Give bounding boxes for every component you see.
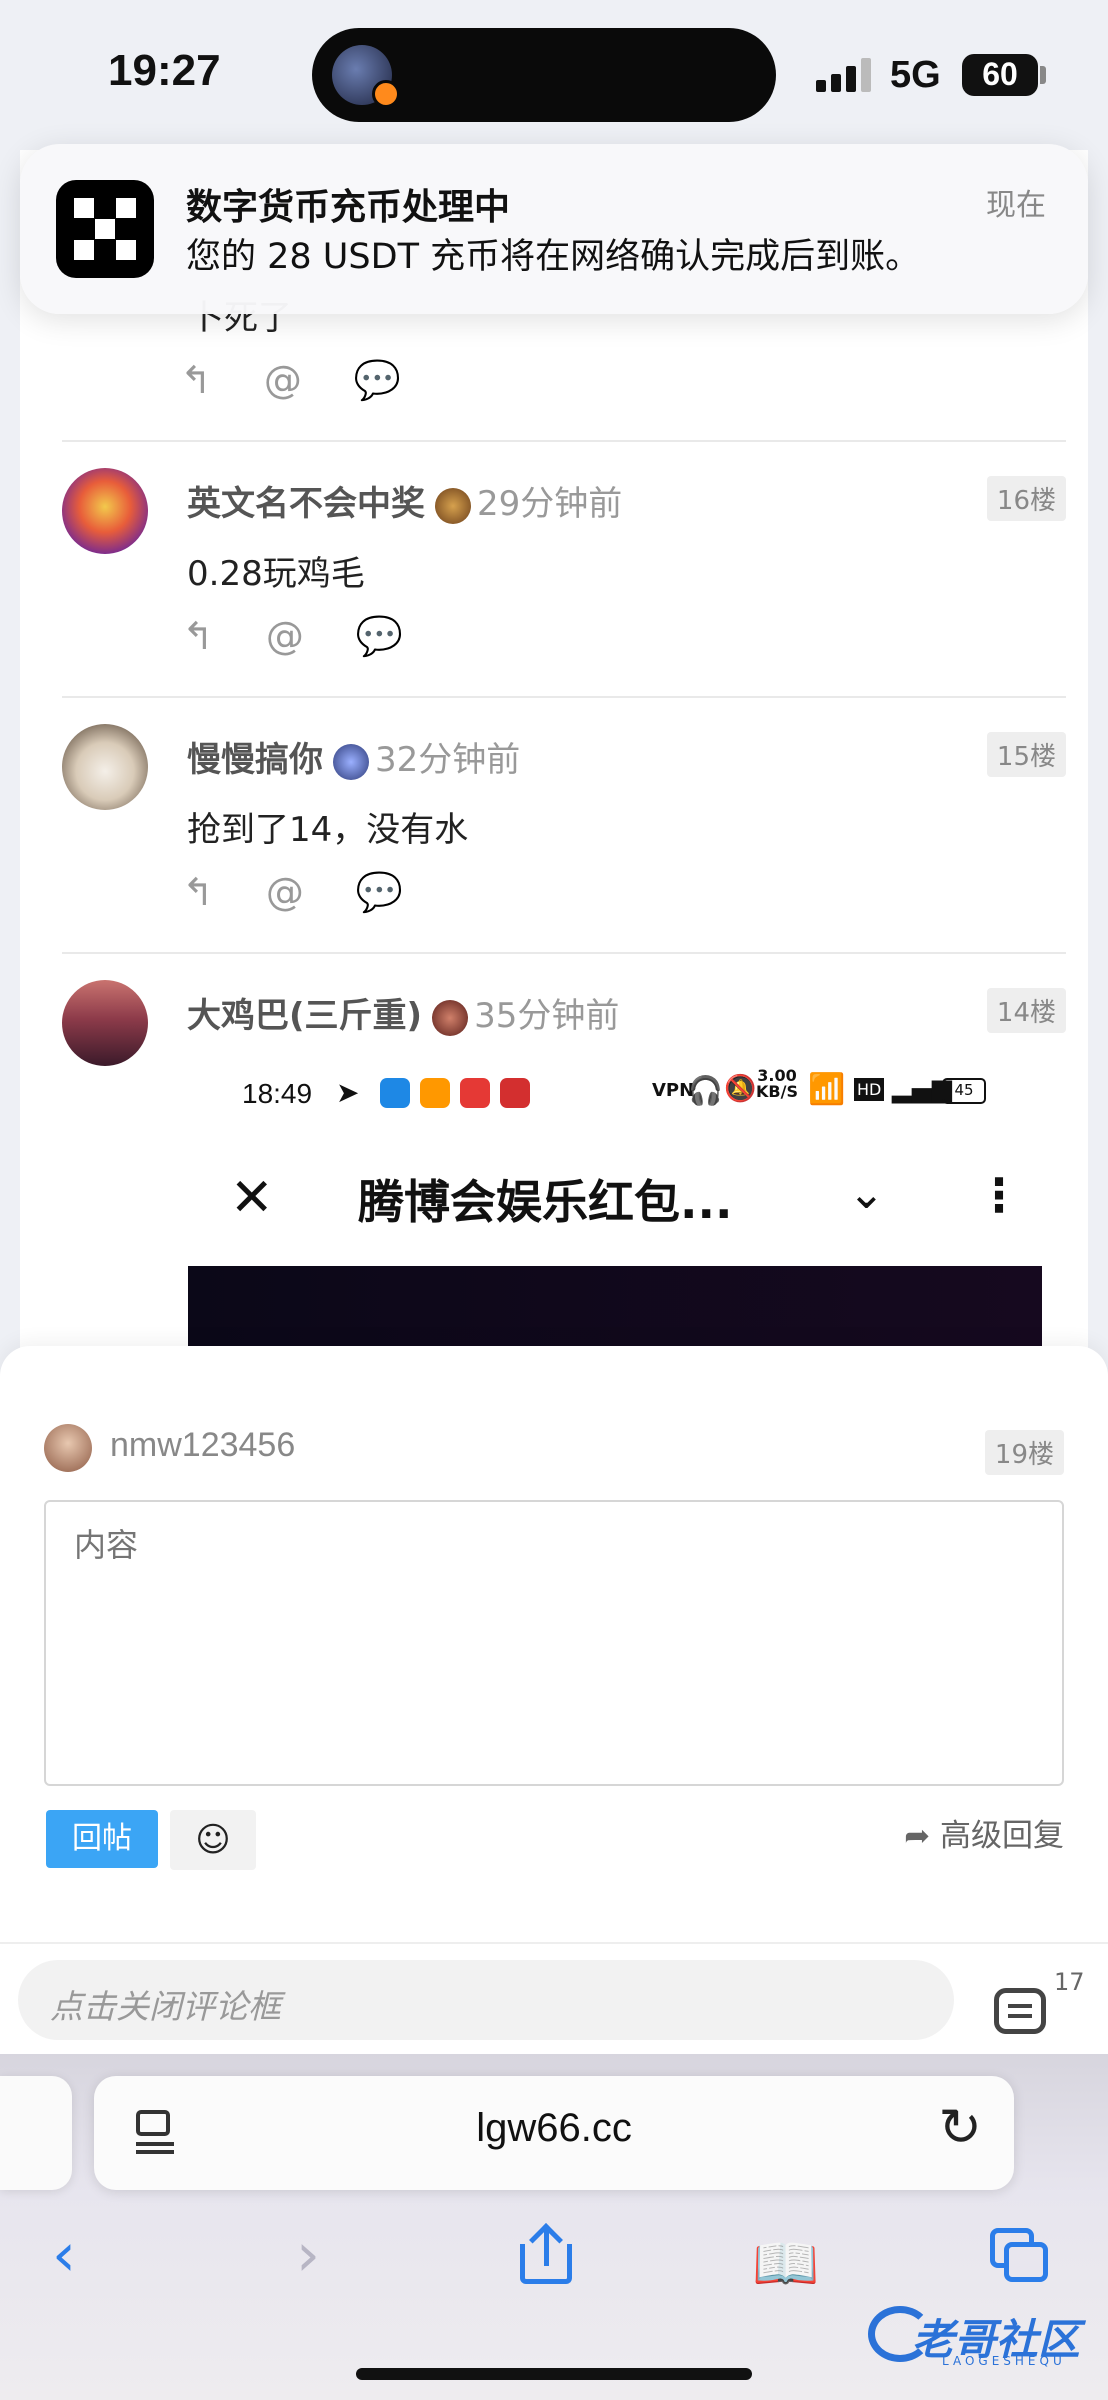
watermark-logo: 老哥社区 LAOGESHEQU [868,2300,1104,2370]
headphones-icon: 🎧 [688,1074,723,1107]
comment-icon[interactable]: 💬 [356,614,403,659]
reply-icon[interactable]: ↰ [182,870,214,915]
medal-icon [432,999,469,1036]
notification-title: 数字货币充币处理中 [186,187,511,228]
post-time: 29分钟前 [477,484,623,524]
mute-icon: 🔕 [724,1074,757,1104]
embedded-battery-icon: 45 [942,1078,986,1104]
close-comment-box-button[interactable]: 点击关闭评论框 [18,1960,954,2040]
hd-icon: HD [854,1078,885,1101]
list-item: 慢慢搞你 32分钟前 15楼 抢到了14，没有水 ↰ @ 💬 [62,696,1066,952]
medal-icon [333,743,369,780]
forward-icon[interactable]: › [296,2220,320,2290]
reply-content-input[interactable] [44,1500,1064,1786]
previous-tab-preview[interactable] [0,2076,72,2190]
mention-icon[interactable]: @ [266,614,304,659]
embedded-battery-level: 45 [954,1081,974,1099]
telegram-icon: ➤ [336,1076,360,1109]
embedded-chevron-down-icon: ⌄ [848,1168,885,1219]
avatar[interactable] [62,980,148,1066]
reply-username: nmw123456 [110,1426,296,1464]
embedded-dark-banner [188,1266,1042,1346]
wifi-icon: 📶 [808,1072,846,1107]
share-icon[interactable] [520,2223,572,2284]
app-icon [420,1078,450,1108]
avatar [44,1424,92,1472]
bookmarks-icon[interactable]: 📖 [752,2232,819,2296]
post-content: 抢到了14，没有水 [187,810,469,850]
reload-icon[interactable]: ↻ [938,2098,982,2158]
smiley-icon: ☺ [195,1820,231,1860]
avatar[interactable] [62,724,148,810]
username[interactable]: 英文名不会中奖 [187,484,425,524]
embedded-page-title: 腾博会娱乐红包... [358,1175,733,1229]
advanced-reply-label: 高级回复 [940,1818,1064,1854]
close-comment-box-label: 点击关闭评论框 [50,1987,281,2026]
reply-icon[interactable]: ↰ [182,614,214,659]
floor-badge: 15楼 [986,732,1066,777]
username[interactable]: 慢慢搞你 [187,740,323,780]
share-arrow-icon: ➦ [904,1818,931,1854]
home-indicator[interactable] [356,2368,752,2380]
okx-logo-icon [56,180,154,278]
embedded-time: 18:49 [242,1078,313,1109]
embedded-more-icon: ⋮ [976,1168,1022,1222]
network-speed: 3.00 KB/S [756,1068,798,1100]
network-speed-unit: KB/S [756,1082,798,1101]
post-time: 32分钟前 [375,740,521,780]
post-time: 35分钟前 [474,996,620,1036]
app-icon [500,1078,530,1108]
tabs-icon[interactable] [990,2228,1050,2284]
avatar[interactable] [62,468,148,554]
notification-banner[interactable]: 数字货币充币处理中 您的 28 USDT 充币将在网络确认完成后到账。 现在 [20,144,1088,314]
floor-badge: 19楼 [984,1430,1064,1475]
embedded-status-bar: 18:49 ➤ VPN 🎧 🔕 3.00 KB/S 📶 HD ▂▄▆ 45 [222,1064,992,1124]
comment-count: 17 [1054,1968,1085,1996]
advanced-reply-link[interactable]: ➦ 高级回复 [904,1810,1064,1855]
back-icon[interactable]: ‹ [52,2220,76,2290]
comment-icon[interactable]: 💬 [356,870,403,915]
submit-reply-button[interactable]: 回帖 [46,1810,158,1868]
post-actions: ↰ @ 💬 [182,614,403,659]
url-text: lgw66.cc [476,2106,632,2150]
username[interactable]: 大鸡巴(三斤重) [187,996,422,1036]
notification-time: 现在 [986,188,1046,223]
embedded-close-icon: ✕ [230,1168,274,1228]
app-icon [380,1078,410,1108]
floor-badge: 16楼 [986,476,1066,521]
address-bar[interactable]: lgw66.cc ↻ [94,2076,1014,2190]
post-content: 0.28玩鸡毛 [187,554,365,594]
floor-badge: 14楼 [986,988,1066,1033]
reply-panel: nmw123456 19楼 回帖 ☺ ➦ 高级回复 [0,1346,1108,1942]
notification-body: 您的 28 USDT 充币将在网络确认完成后到账。 [186,237,921,277]
medal-icon [435,487,471,524]
post-actions: ↰ @ 💬 [182,870,403,915]
comments-icon[interactable] [994,1988,1046,2034]
mention-icon[interactable]: @ [266,870,304,915]
watermark-subtext: LAOGESHEQU [942,2354,1066,2368]
comment-bottom-bar: 点击关闭评论框 17 [0,1942,1108,2054]
app-icon [460,1078,490,1108]
emoji-button[interactable]: ☺ [170,1810,256,1870]
list-item: 英文名不会中奖 29分钟前 16楼 0.28玩鸡毛 ↰ @ 💬 [62,440,1066,696]
